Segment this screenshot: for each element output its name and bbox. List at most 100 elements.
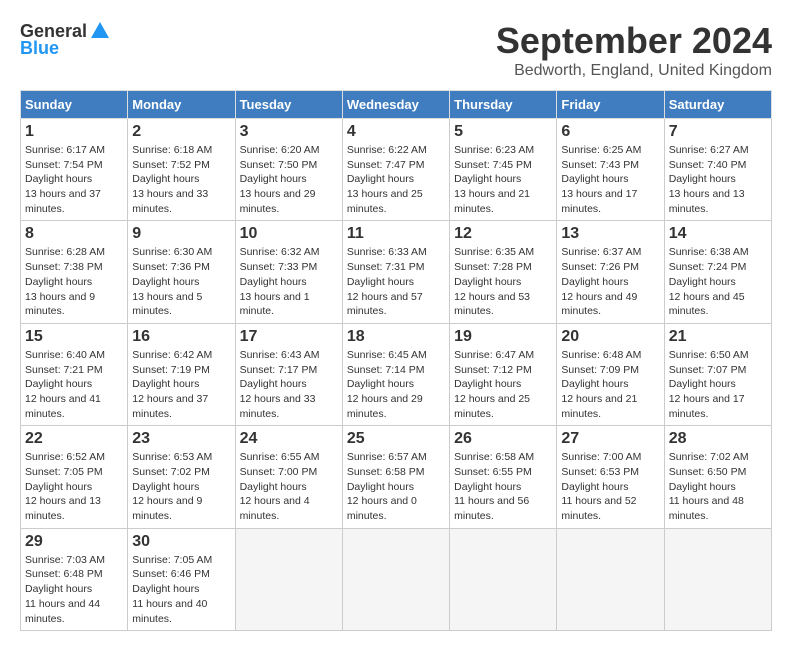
calendar-week-row: 22 Sunrise: 6:52 AM Sunset: 7:05 PM Dayl… [21,426,772,528]
day-info: Sunrise: 6:53 AM Sunset: 7:02 PM Dayligh… [132,450,230,523]
header-saturday: Saturday [664,91,771,119]
header-tuesday: Tuesday [235,91,342,119]
table-row: 23 Sunrise: 6:53 AM Sunset: 7:02 PM Dayl… [128,426,235,528]
day-info: Sunrise: 7:00 AM Sunset: 6:53 PM Dayligh… [561,450,659,523]
table-row: 1 Sunrise: 6:17 AM Sunset: 7:54 PM Dayli… [21,119,128,221]
table-row: 13 Sunrise: 6:37 AM Sunset: 7:26 PM Dayl… [557,221,664,323]
header-thursday: Thursday [450,91,557,119]
table-row: 4 Sunrise: 6:22 AM Sunset: 7:47 PM Dayli… [342,119,449,221]
day-info: Sunrise: 6:57 AM Sunset: 6:58 PM Dayligh… [347,450,445,523]
day-number: 16 [132,328,230,346]
page-header: General Blue September 2024 Bedworth, En… [20,20,772,80]
day-number: 19 [454,328,552,346]
day-number: 28 [669,430,767,448]
table-row: 21 Sunrise: 6:50 AM Sunset: 7:07 PM Dayl… [664,323,771,425]
day-info: Sunrise: 6:18 AM Sunset: 7:52 PM Dayligh… [132,143,230,216]
page-title: September 2024 [496,20,772,62]
logo-blue: Blue [20,38,59,59]
day-info: Sunrise: 7:03 AM Sunset: 6:48 PM Dayligh… [25,553,123,626]
table-row [450,528,557,630]
table-row: 18 Sunrise: 6:45 AM Sunset: 7:14 PM Dayl… [342,323,449,425]
day-number: 11 [347,225,445,243]
day-number: 15 [25,328,123,346]
calendar-week-row: 1 Sunrise: 6:17 AM Sunset: 7:54 PM Dayli… [21,119,772,221]
day-info: Sunrise: 6:52 AM Sunset: 7:05 PM Dayligh… [25,450,123,523]
day-number: 13 [561,225,659,243]
day-number: 26 [454,430,552,448]
day-info: Sunrise: 6:48 AM Sunset: 7:09 PM Dayligh… [561,348,659,421]
day-info: Sunrise: 6:55 AM Sunset: 7:00 PM Dayligh… [240,450,338,523]
day-info: Sunrise: 7:05 AM Sunset: 6:46 PM Dayligh… [132,553,230,626]
day-number: 18 [347,328,445,346]
day-info: Sunrise: 6:33 AM Sunset: 7:31 PM Dayligh… [347,245,445,318]
page-subtitle: Bedworth, England, United Kingdom [496,62,772,80]
day-info: Sunrise: 6:32 AM Sunset: 7:33 PM Dayligh… [240,245,338,318]
table-row: 27 Sunrise: 7:00 AM Sunset: 6:53 PM Dayl… [557,426,664,528]
day-info: Sunrise: 6:35 AM Sunset: 7:28 PM Dayligh… [454,245,552,318]
table-row: 17 Sunrise: 6:43 AM Sunset: 7:17 PM Dayl… [235,323,342,425]
table-row: 9 Sunrise: 6:30 AM Sunset: 7:36 PM Dayli… [128,221,235,323]
day-number: 7 [669,123,767,141]
table-row [664,528,771,630]
day-number: 6 [561,123,659,141]
table-row: 20 Sunrise: 6:48 AM Sunset: 7:09 PM Dayl… [557,323,664,425]
table-row: 5 Sunrise: 6:23 AM Sunset: 7:45 PM Dayli… [450,119,557,221]
calendar-header-row: Sunday Monday Tuesday Wednesday Thursday… [21,91,772,119]
calendar-week-row: 8 Sunrise: 6:28 AM Sunset: 7:38 PM Dayli… [21,221,772,323]
header-monday: Monday [128,91,235,119]
table-row: 24 Sunrise: 6:55 AM Sunset: 7:00 PM Dayl… [235,426,342,528]
day-info: Sunrise: 6:45 AM Sunset: 7:14 PM Dayligh… [347,348,445,421]
table-row: 25 Sunrise: 6:57 AM Sunset: 6:58 PM Dayl… [342,426,449,528]
table-row: 11 Sunrise: 6:33 AM Sunset: 7:31 PM Dayl… [342,221,449,323]
day-number: 5 [454,123,552,141]
day-number: 23 [132,430,230,448]
day-info: Sunrise: 6:47 AM Sunset: 7:12 PM Dayligh… [454,348,552,421]
calendar-table: Sunday Monday Tuesday Wednesday Thursday… [20,90,772,631]
day-number: 12 [454,225,552,243]
day-info: Sunrise: 6:20 AM Sunset: 7:50 PM Dayligh… [240,143,338,216]
day-info: Sunrise: 6:43 AM Sunset: 7:17 PM Dayligh… [240,348,338,421]
day-info: Sunrise: 6:27 AM Sunset: 7:40 PM Dayligh… [669,143,767,216]
day-info: Sunrise: 6:50 AM Sunset: 7:07 PM Dayligh… [669,348,767,421]
day-info: Sunrise: 6:30 AM Sunset: 7:36 PM Dayligh… [132,245,230,318]
table-row: 28 Sunrise: 7:02 AM Sunset: 6:50 PM Dayl… [664,426,771,528]
header-wednesday: Wednesday [342,91,449,119]
day-number: 10 [240,225,338,243]
table-row: 14 Sunrise: 6:38 AM Sunset: 7:24 PM Dayl… [664,221,771,323]
calendar-week-row: 15 Sunrise: 6:40 AM Sunset: 7:21 PM Dayl… [21,323,772,425]
day-info: Sunrise: 6:25 AM Sunset: 7:43 PM Dayligh… [561,143,659,216]
table-row: 6 Sunrise: 6:25 AM Sunset: 7:43 PM Dayli… [557,119,664,221]
day-info: Sunrise: 6:28 AM Sunset: 7:38 PM Dayligh… [25,245,123,318]
day-number: 30 [132,533,230,551]
day-number: 29 [25,533,123,551]
day-number: 4 [347,123,445,141]
day-number: 27 [561,430,659,448]
day-number: 2 [132,123,230,141]
table-row: 8 Sunrise: 6:28 AM Sunset: 7:38 PM Dayli… [21,221,128,323]
day-number: 25 [347,430,445,448]
day-number: 14 [669,225,767,243]
day-info: Sunrise: 6:37 AM Sunset: 7:26 PM Dayligh… [561,245,659,318]
header-friday: Friday [557,91,664,119]
table-row [342,528,449,630]
day-info: Sunrise: 6:23 AM Sunset: 7:45 PM Dayligh… [454,143,552,216]
table-row: 30 Sunrise: 7:05 AM Sunset: 6:46 PM Dayl… [128,528,235,630]
table-row: 2 Sunrise: 6:18 AM Sunset: 7:52 PM Dayli… [128,119,235,221]
table-row: 3 Sunrise: 6:20 AM Sunset: 7:50 PM Dayli… [235,119,342,221]
day-number: 20 [561,328,659,346]
table-row: 22 Sunrise: 6:52 AM Sunset: 7:05 PM Dayl… [21,426,128,528]
title-section: September 2024 Bedworth, England, United… [496,20,772,80]
day-info: Sunrise: 6:38 AM Sunset: 7:24 PM Dayligh… [669,245,767,318]
day-number: 1 [25,123,123,141]
day-number: 9 [132,225,230,243]
day-info: Sunrise: 6:17 AM Sunset: 7:54 PM Dayligh… [25,143,123,216]
table-row: 7 Sunrise: 6:27 AM Sunset: 7:40 PM Dayli… [664,119,771,221]
table-row [235,528,342,630]
day-number: 21 [669,328,767,346]
table-row: 12 Sunrise: 6:35 AM Sunset: 7:28 PM Dayl… [450,221,557,323]
logo-icon [89,20,111,42]
day-info: Sunrise: 6:42 AM Sunset: 7:19 PM Dayligh… [132,348,230,421]
table-row [557,528,664,630]
table-row: 16 Sunrise: 6:42 AM Sunset: 7:19 PM Dayl… [128,323,235,425]
day-number: 22 [25,430,123,448]
